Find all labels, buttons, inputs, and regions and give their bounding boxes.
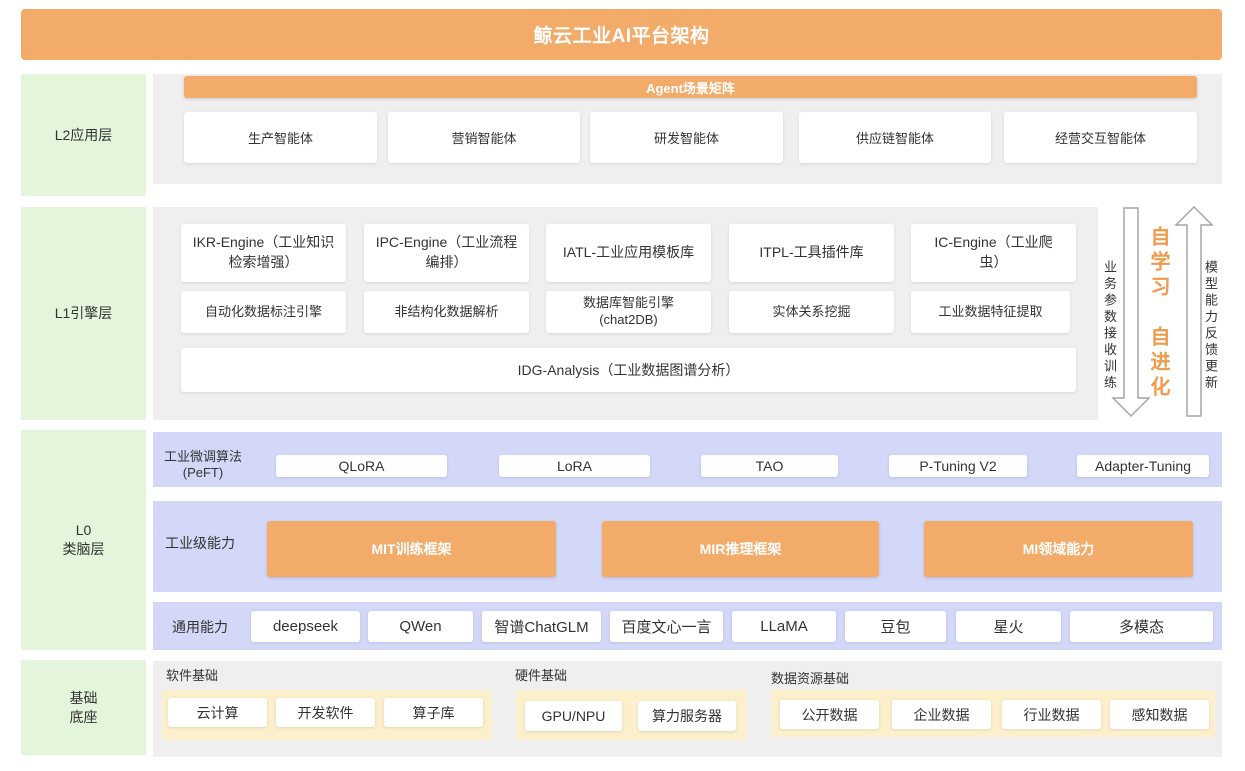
peft-item: TAO [701, 455, 838, 477]
page-title: 鲸云工业AI平台架构 [21, 9, 1222, 60]
base-layer-label: 基础 底座 [21, 660, 146, 755]
idg-analysis-card: IDG-Analysis（工业数据图谱分析） [181, 348, 1076, 392]
engine-card: ITPL-工具插件库 [729, 224, 894, 282]
l0-layer-label: L0 类脑层 [21, 430, 146, 650]
software-item: 开发软件 [276, 698, 375, 727]
model-card: 豆包 [845, 611, 946, 642]
data-item: 行业数据 [1002, 700, 1101, 729]
peft-item: P-Tuning V2 [889, 455, 1027, 477]
module-card: 自动化数据标注引擎 [181, 291, 346, 333]
engine-card: IPC-Engine（工业流程 编排） [364, 224, 529, 282]
data-foundation-label: 数据资源基础 [771, 671, 850, 686]
model-card: 星火 [956, 611, 1061, 642]
module-card: 数据库智能引擎 (chat2DB) [546, 291, 711, 333]
industrial-capability-card: MIR推理框架 [602, 521, 879, 577]
peft-item: LoRA [499, 455, 650, 477]
peft-item: QLoRA [276, 455, 447, 477]
agent-matrix-header: Agent场景矩阵 [184, 76, 1197, 98]
agent-card-production: 生产智能体 [184, 112, 377, 163]
business-training-label: 业务参数接收训练 [1102, 260, 1117, 392]
module-card: 工业数据特征提取 [911, 291, 1070, 333]
software-item: 算子库 [384, 698, 483, 727]
hardware-foundation-label: 硬件基础 [515, 668, 568, 683]
self-learning-label: 自学习 [1147, 226, 1169, 301]
model-card: 多模态 [1070, 611, 1213, 642]
data-item: 企业数据 [892, 700, 991, 729]
model-card: LLaMA [732, 611, 836, 642]
engine-card: IC-Engine（工业爬 虫） [911, 224, 1076, 282]
industrial-capability-card: MI领域能力 [924, 521, 1193, 577]
l1-layer-label: L1引擎层 [21, 207, 146, 420]
self-evolving-label: 自进化 [1147, 326, 1169, 401]
engine-card: IATL-工业应用模板库 [546, 224, 711, 282]
model-card: 智谱ChatGLM [482, 611, 601, 642]
peft-label: 工业微调算法 (PeFT) [163, 449, 242, 480]
module-card: 实体关系挖掘 [729, 291, 894, 333]
module-card: 非结构化数据解析 [364, 291, 529, 333]
hardware-item: 算力服务器 [638, 701, 736, 731]
model-card: 百度文心一言 [610, 611, 723, 642]
agent-card-marketing: 营销智能体 [388, 112, 580, 163]
industrial-capability-label: 工业级能力 [165, 535, 235, 551]
down-arrow-icon [1111, 207, 1151, 418]
agent-card-operations: 经营交互智能体 [1004, 112, 1197, 163]
software-item: 云计算 [168, 698, 267, 727]
model-feedback-label: 模型能力反馈更新 [1203, 260, 1218, 392]
engine-card: IKR-Engine（工业知识 检索增强） [181, 224, 346, 282]
data-item: 感知数据 [1110, 700, 1209, 729]
general-capability-label: 通用能力 [172, 619, 228, 635]
agent-card-rnd: 研发智能体 [590, 112, 783, 163]
data-item: 公开数据 [780, 700, 879, 729]
agent-card-supply-chain: 供应链智能体 [799, 112, 991, 163]
hardware-item: GPU/NPU [525, 701, 622, 731]
model-card: deepseek [251, 611, 360, 642]
model-card: QWen [368, 611, 473, 642]
peft-item: Adapter-Tuning [1077, 455, 1209, 477]
industrial-capability-card: MIT训练框架 [267, 521, 556, 577]
software-foundation-label: 软件基础 [166, 668, 219, 683]
l2-layer-label: L2应用层 [21, 74, 146, 196]
